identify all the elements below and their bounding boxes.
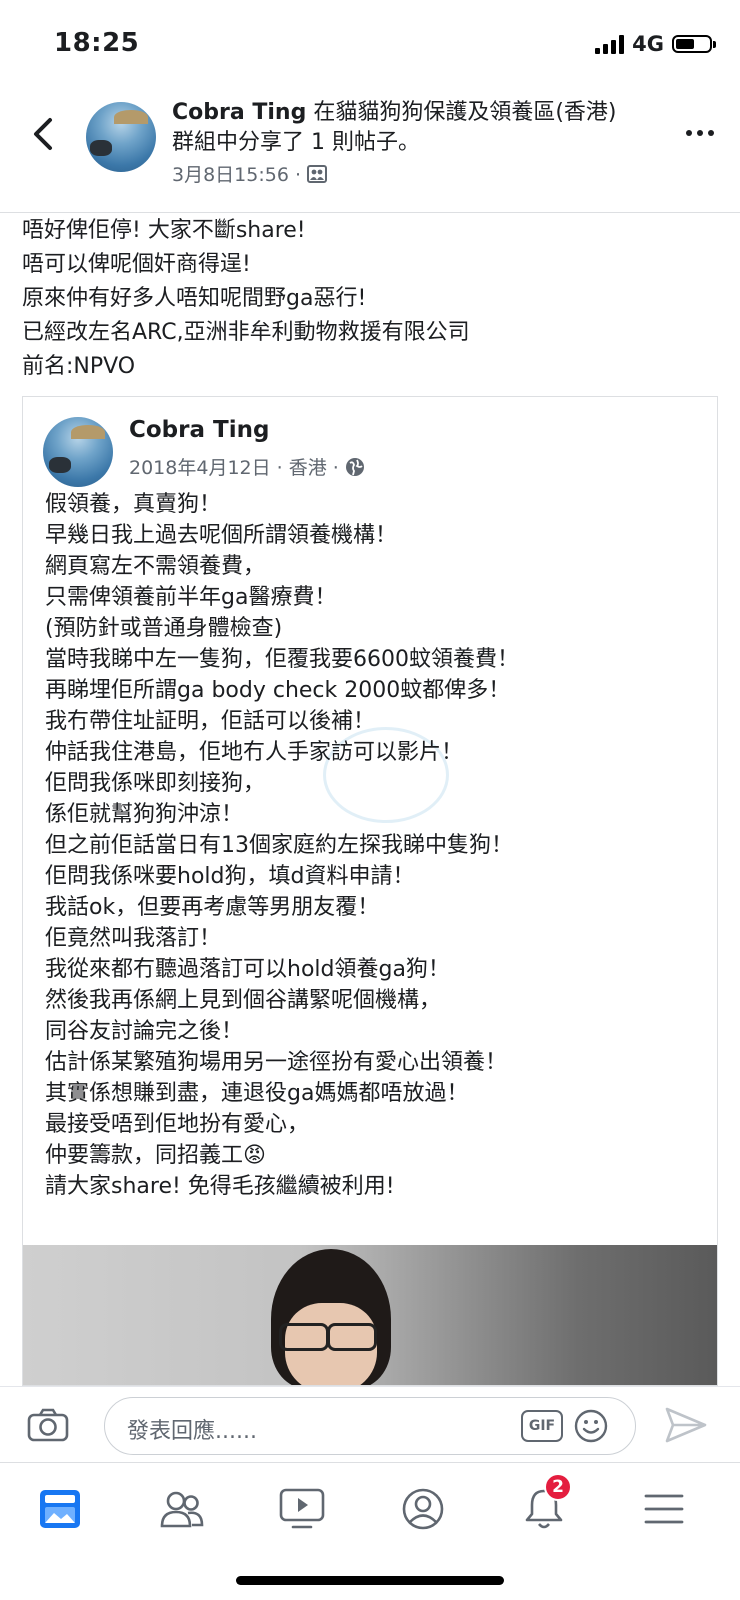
body-line: 只需俾領養前半年ga醫療費！	[45, 585, 337, 610]
post-photo[interactable]	[23, 1245, 717, 1385]
body-line: (預防針或普通身體檢查)	[45, 616, 283, 641]
status-right: 4G	[595, 32, 716, 56]
body-line: 佢問我係咪要hold狗，填d資料申請！	[45, 864, 415, 889]
comment-composer: 發表回應...... GIF	[0, 1386, 740, 1463]
share-line: 唔可以俾呢個奸商得逞!	[22, 252, 251, 277]
bottom-tab-bar: 2	[0, 1462, 740, 1559]
post-date[interactable]: 3月8日15:56 ·	[172, 160, 301, 187]
body-line: 假領養，真賣狗！	[45, 492, 222, 517]
share-message: 唔好俾佢停! 大家不斷share! 唔可以俾呢個奸商得逞! 原來仲有好多人唔知呢…	[22, 214, 712, 384]
share-line: 原來仲有好多人唔知呢間野ga惡行!	[22, 286, 367, 311]
body-line: 再睇埋佢所謂ga body check 2000蚊都俾多！	[45, 678, 511, 703]
body-line: 網頁寫左不需領養費，	[45, 554, 266, 579]
status-bar: 18:25 4G	[0, 0, 740, 90]
body-line: 佢問我係咪即刻接狗，	[45, 771, 266, 796]
signal-icon	[595, 34, 625, 54]
body-line: 請大家share! 免得毛孩繼續被利用!	[45, 1174, 395, 1199]
status-time: 18:25	[54, 28, 140, 58]
camera-icon[interactable]	[26, 1405, 70, 1445]
body-line: 我冇帶住址証明，佢話可以後補！	[45, 709, 376, 734]
bell-icon[interactable]: 2	[514, 1473, 574, 1539]
post-meta: 3月8日15:56 ·	[172, 160, 328, 187]
comment-placeholder: 發表回應......	[127, 1419, 257, 1444]
post-header: Cobra Ting 在貓貓狗狗保護及領養區(香港) 群組中分享了 1 則帖子。…	[0, 90, 740, 213]
share-line: 已經改左名ARC,亞洲非牟利動物救援有限公司	[22, 320, 470, 345]
body-line: 當時我睇中左一隻狗，佢覆我要6600蚊領養費！	[45, 647, 519, 672]
comment-input[interactable]: 發表回應...... GIF	[104, 1397, 636, 1455]
hamburger-menu-icon[interactable]	[634, 1479, 694, 1539]
embedded-post-meta: 2018年4月12日 · 香港 ·	[129, 453, 365, 480]
embedded-author-avatar[interactable]	[43, 417, 113, 487]
body-line: 估計係某繁殖狗場用另一途徑扮有愛心出領養！	[45, 1050, 508, 1075]
body-line: 但之前佢話當日有13個家庭約左探我睇中隻狗！	[45, 833, 513, 858]
body-line: 同谷友討論完之後！	[45, 1019, 244, 1044]
share-line: 唔好俾佢停! 大家不斷share!	[22, 218, 306, 243]
body-line: 仲要籌款，同招義工😡	[45, 1143, 266, 1168]
photo-glasses-right	[327, 1323, 377, 1351]
body-line: 我從來都冇聽過落訂可以hold領養ga狗！	[45, 957, 450, 982]
body-line: 仲話我住港島，佢地冇人手家訪可以影片！	[45, 740, 464, 765]
shared-post-card[interactable]: Cobra Ting 2018年4月12日 · 香港 · 假領養，真賣狗！ 早幾…	[22, 396, 718, 1386]
header-title: Cobra Ting 在貓貓狗狗保護及領養區(香港) 群組中分享了 1 則帖子。	[172, 98, 642, 158]
author-name[interactable]: Cobra Ting	[172, 100, 306, 125]
globe-icon	[345, 457, 364, 476]
gif-icon[interactable]: GIF	[521, 1410, 563, 1442]
send-icon[interactable]	[662, 1405, 710, 1445]
smiley-icon[interactable]	[573, 1408, 609, 1444]
embedded-post-body: 假領養，真賣狗！ 早幾日我上過去呢個所謂領養機構！ 網頁寫左不需領養費， 只需俾…	[45, 489, 705, 1202]
news-feed-icon[interactable]	[30, 1479, 90, 1539]
notification-badge: 2	[544, 1473, 572, 1501]
body-line: 最接受唔到佢地扮有愛心，	[45, 1112, 310, 1137]
profile-icon[interactable]	[393, 1479, 453, 1539]
embedded-post-date[interactable]: 2018年4月12日 · 香港 ·	[129, 453, 339, 480]
body-line: 其實係想賺到盡，連退役ga媽媽都唔放過！	[45, 1081, 469, 1106]
body-line: 係佢就幫狗狗沖涼！	[45, 802, 244, 827]
groups-icon[interactable]	[152, 1479, 212, 1539]
body-line: 然後我再係網上見到個谷講緊呢個機構，	[45, 988, 442, 1013]
body-line: 我話ok，但要再考慮等男朋友覆！	[45, 895, 380, 920]
home-indicator[interactable]	[236, 1576, 504, 1585]
embedded-author-name[interactable]: Cobra Ting	[129, 417, 269, 443]
photo-glasses-left	[279, 1323, 329, 1351]
body-line: 佢竟然叫我落訂！	[45, 926, 222, 951]
network-label: 4G	[632, 32, 664, 56]
author-avatar[interactable]	[86, 102, 156, 172]
back-chevron-icon[interactable]	[28, 114, 58, 154]
battery-icon	[672, 35, 716, 53]
watch-video-icon[interactable]	[272, 1479, 332, 1539]
share-line: 前名:NPVO	[22, 354, 136, 379]
body-line: 早幾日我上過去呢個所謂領養機構！	[45, 523, 398, 548]
group-audience-icon	[307, 164, 328, 183]
more-options-icon[interactable]	[686, 130, 714, 136]
